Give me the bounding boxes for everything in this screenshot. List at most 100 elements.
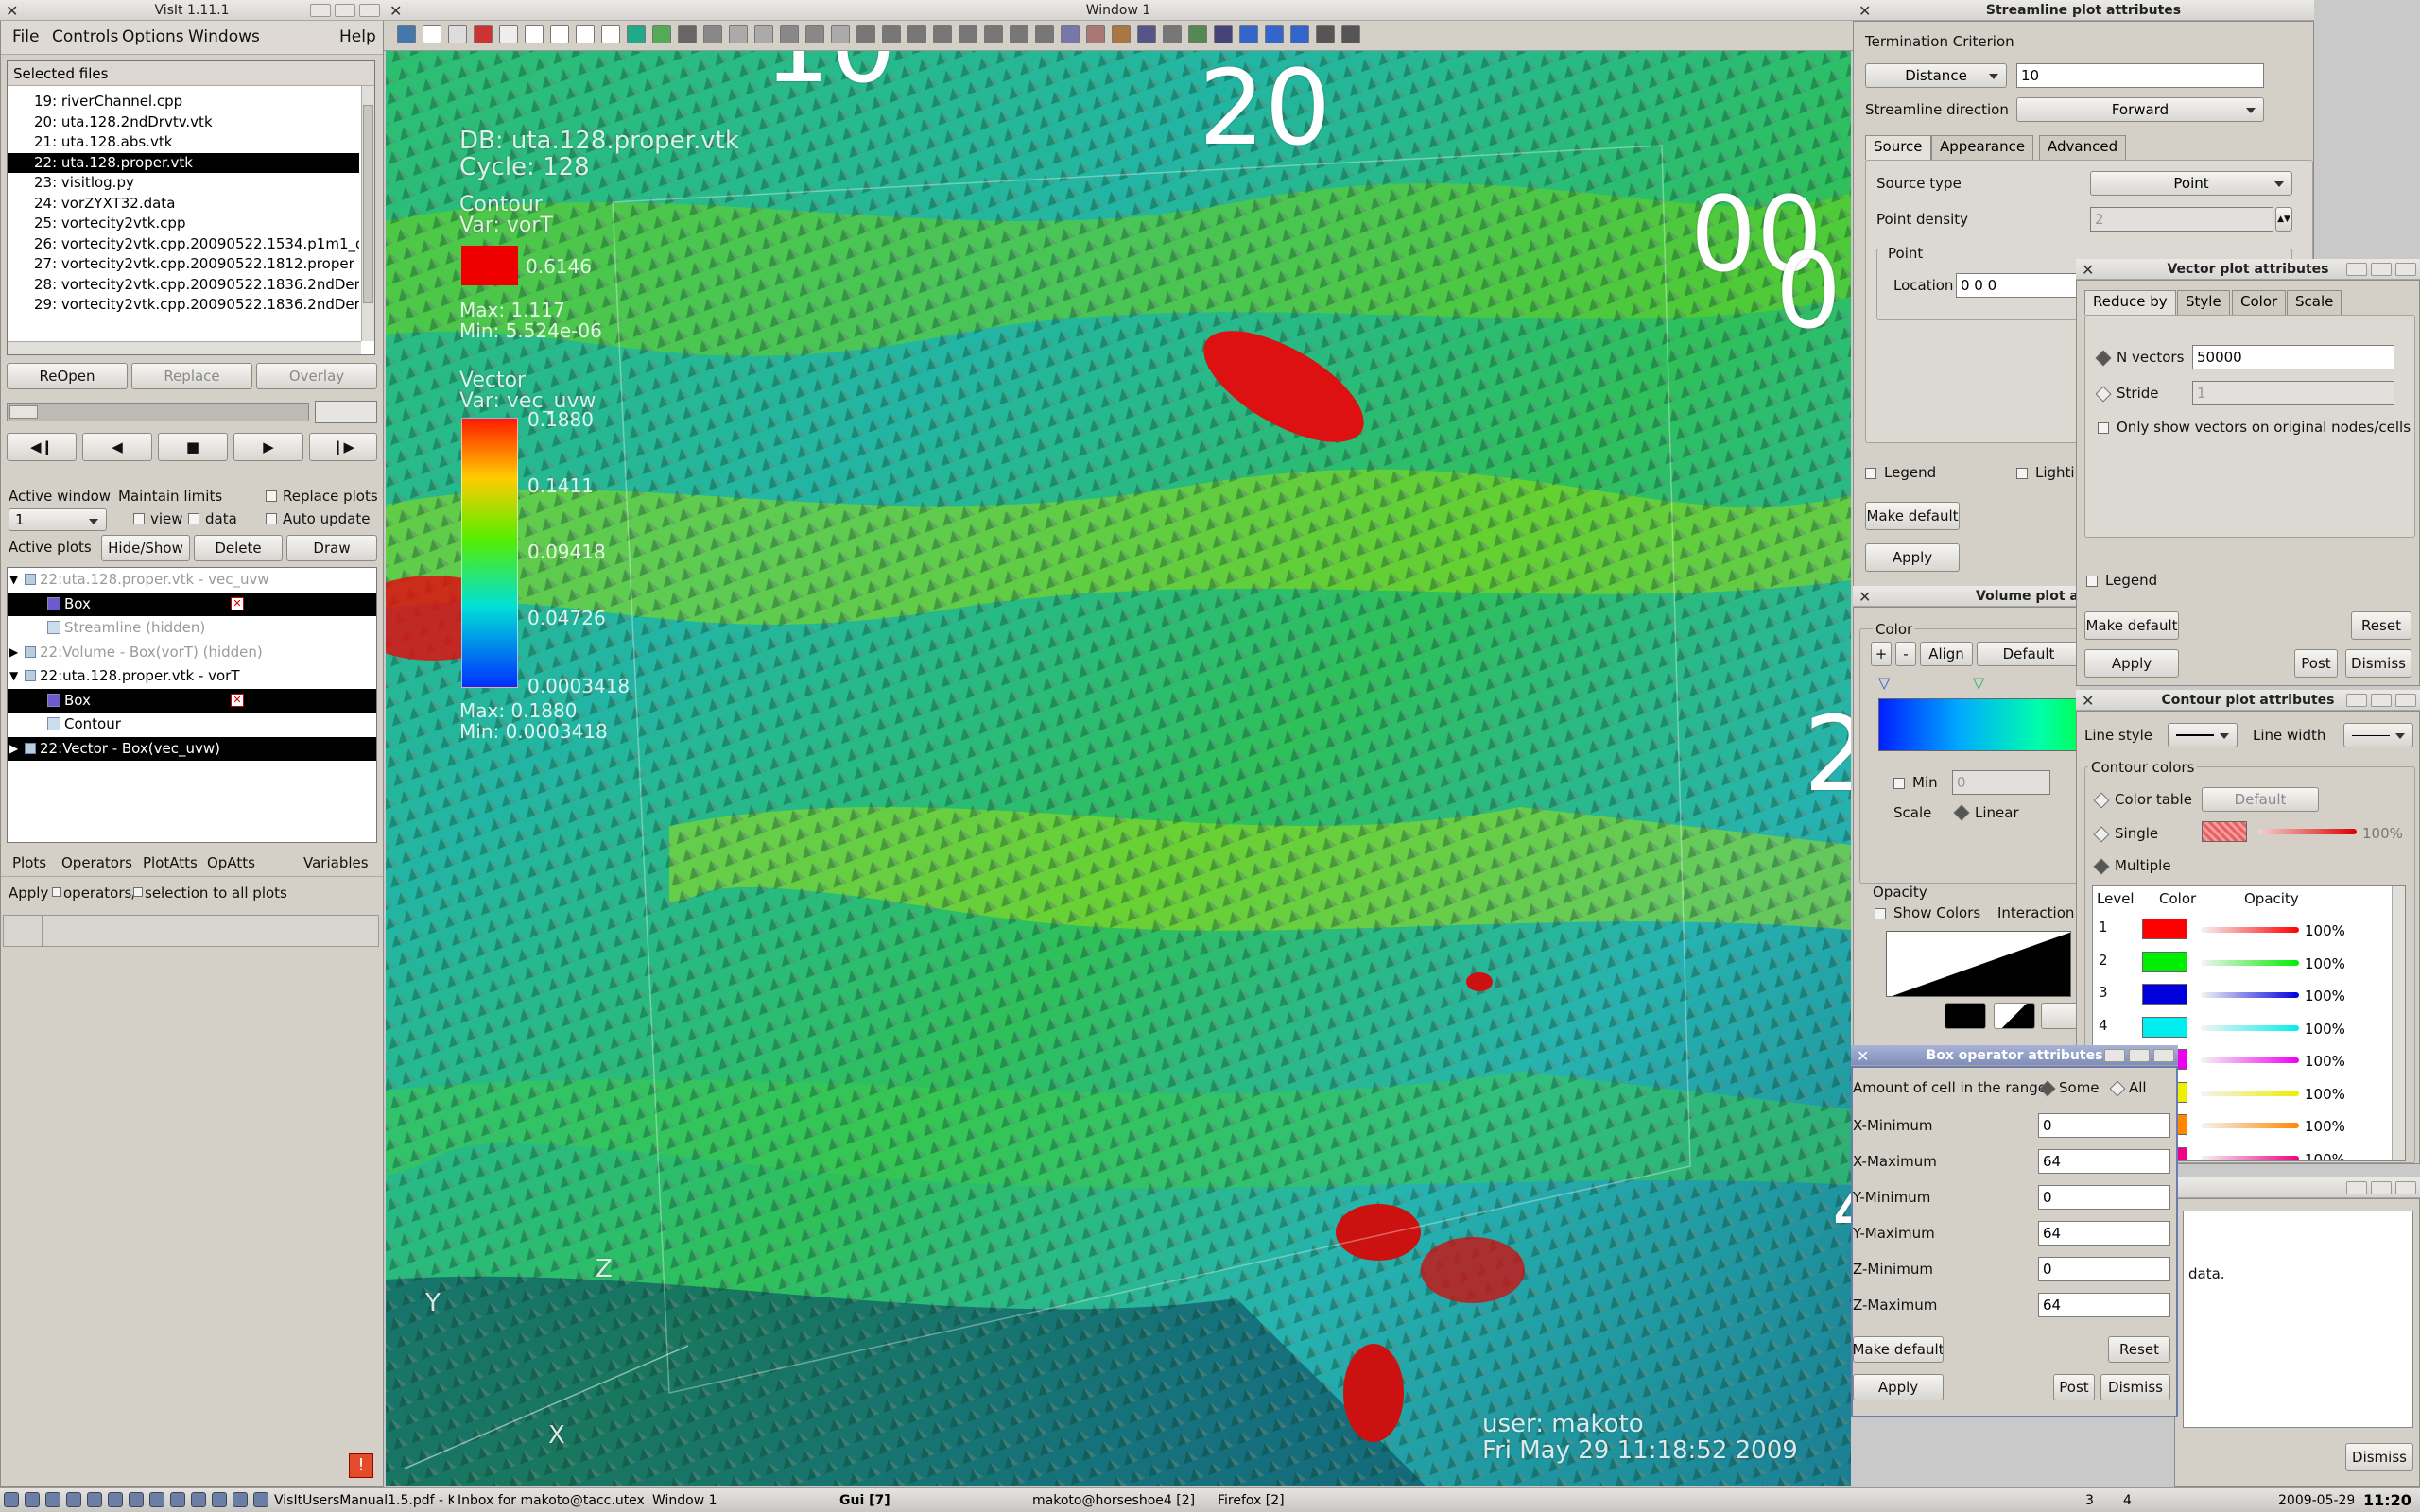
file-list-item[interactable]: 27: vortecity2vtk.cpp.20090522.1812.prop… [8,254,359,275]
print-icon[interactable] [1086,25,1105,43]
menu-plotatts[interactable]: PlotAtts [143,854,198,871]
file-list-item[interactable]: 20: uta.128.2ndDrvtv.vtk [8,112,359,133]
close-window-icon[interactable] [2395,694,2416,707]
plot-tree-item[interactable]: ▼ 22:uta.128.proper.vtk - vec_uvw [8,568,376,593]
show-colors-checkbox[interactable] [1875,908,1886,919]
close-icon[interactable]: ✕ [6,1,18,20]
volume-min-checkbox[interactable] [1893,778,1905,789]
new-window-icon[interactable] [423,25,441,43]
close-window-icon[interactable] [2395,1181,2416,1194]
contour-level-opacity-slider[interactable] [2201,1090,2299,1096]
invert-icon[interactable] [856,25,875,43]
pointer-icon[interactable]: ▽ [1973,674,1984,692]
apply-operators-checkbox[interactable] [52,887,61,897]
close-icon[interactable]: ✕ [1857,1046,1869,1065]
volume-plus-button[interactable]: + [1871,642,1892,666]
tab-appearance[interactable]: Appearance [1931,135,2034,160]
text-editor-icon[interactable] [191,1492,206,1507]
recenter-icon[interactable] [908,25,926,43]
task-pdf[interactable]: VisItUsersManual1.5.pdf - Ko [274,1491,454,1510]
stride-input[interactable]: 1 [2192,381,2394,405]
file-list-item[interactable]: 19: riverChannel.cpp [8,92,359,112]
file-list-item[interactable]: 28: vortecity2vtk.cpp.20090522.1836.2ndD… [8,275,359,296]
legend-checkbox[interactable] [1865,468,1876,479]
scroll-thumb[interactable] [363,105,373,303]
plot-tree-item[interactable]: Streamline (hidden) [8,616,376,641]
navigate-icon[interactable] [1137,25,1156,43]
expand-right-icon[interactable]: ▶ [9,641,18,665]
point-density-spinner[interactable]: ▲▼ [2275,207,2292,232]
message-dismiss-button[interactable]: Dismiss [2345,1443,2413,1471]
task-inbox[interactable]: Inbox for makoto@tacc.utex [458,1491,647,1510]
plot-tree-item[interactable]: ▼ 22:uta.128.proper.vtk - vorT [8,664,376,689]
maximize-icon[interactable] [2129,1049,2150,1062]
opacity-mode-black[interactable] [1945,1003,1986,1029]
view-checkbox[interactable] [133,513,145,524]
close-window-icon[interactable] [2153,1049,2174,1062]
box-field-input[interactable]: 64 [2038,1293,2170,1317]
replace-button[interactable]: Replace [131,363,252,389]
files-icon[interactable] [170,1492,185,1507]
desktop-3[interactable]: 3 [2085,1491,2100,1510]
vector-apply-button[interactable]: Apply [2084,649,2179,678]
box-make-default-button[interactable]: Make default [1853,1336,1944,1363]
box-post-button[interactable]: Post [2053,1374,2095,1400]
contour-level-opacity-slider[interactable] [2201,1057,2299,1063]
warning-icon[interactable]: ! [349,1453,373,1478]
volume-icon[interactable] [253,1492,268,1507]
tab-color[interactable]: Color [2232,290,2287,315]
box-field-input[interactable]: 0 [2038,1257,2170,1281]
spin-icon[interactable] [703,25,722,43]
termination-value-input[interactable]: 10 [2016,63,2264,88]
play-icon[interactable] [1010,25,1028,43]
contour-level-color-swatch[interactable] [2142,984,2187,1005]
termination-type-select[interactable]: Distance [1865,63,2007,88]
box-field-input[interactable]: 0 [2038,1185,2170,1210]
minimize-icon[interactable] [2346,694,2367,707]
stop-button[interactable]: ■ [158,433,228,461]
vector-make-default-button[interactable]: Make default [2084,611,2179,640]
expand-down-icon[interactable]: ▼ [9,568,18,593]
contour-level-opacity-slider[interactable] [2201,1155,2299,1160]
forward-icon[interactable] [1035,25,1054,43]
active-window-select[interactable]: 1 [9,508,107,531]
rewind-icon[interactable] [933,25,952,43]
play-button[interactable]: ▶ [233,433,303,461]
contour-level-row[interactable]: 1 100% [2093,915,2392,943]
desktop-4[interactable]: 4 [2123,1491,2138,1510]
plot-tree-item[interactable]: ▶ 22:Volume - Box(vorT) (hidden) [8,641,376,665]
menu-options[interactable]: Options [122,27,184,46]
vector-dismiss-button[interactable]: Dismiss [2345,649,2411,678]
viz-window-titlebar[interactable]: ✕ Window 1 [384,0,1853,21]
overlay-button[interactable]: Overlay [256,363,377,389]
viz-canvas[interactable]: DB: uta.128.proper.vtk Cycle: 128 Contou… [386,51,1851,1486]
step-back-button[interactable]: ◀❙ [7,433,77,461]
lighting-checkbox[interactable] [2016,468,2028,479]
expand-down-icon[interactable]: ▼ [9,664,18,689]
clear-icon[interactable] [499,25,518,43]
plot-tree-item[interactable]: ▶ 22:Vector - Box(vec_uvw) [8,736,376,761]
volume-min-input[interactable]: 0 [1952,770,2050,795]
browser-icon[interactable] [66,1492,81,1507]
line-width-select[interactable] [2343,723,2413,747]
network-icon[interactable] [233,1492,248,1507]
contour-level-opacity-slider[interactable] [2201,1024,2299,1031]
vector-post-button[interactable]: Post [2294,649,2338,678]
line-style-select[interactable] [2168,723,2238,747]
direction-select[interactable]: Forward [2016,97,2264,122]
task-terminal[interactable]: makoto@horseshoe4 [2] [1032,1491,1212,1510]
auto-update-checkbox[interactable] [266,513,277,524]
vector-legend-checkbox[interactable] [2086,576,2098,587]
help-icon[interactable] [212,1492,227,1507]
contour-level-opacity-slider[interactable] [2201,927,2299,933]
tab-reduce-by[interactable]: Reduce by [2084,290,2176,315]
menu-operators[interactable]: Operators [61,854,132,871]
play-back-button[interactable]: ◀ [82,433,152,461]
file-list-item[interactable]: 21: uta.128.abs.vtk [8,132,359,153]
original-cells-checkbox[interactable] [2098,422,2109,434]
query-icon[interactable] [1214,25,1233,43]
menu-plots[interactable]: Plots [12,854,46,871]
maximize-icon[interactable] [2371,263,2392,276]
contour-level-color-swatch[interactable] [2142,1016,2187,1038]
hide-show-button[interactable]: Hide/Show [101,535,190,561]
